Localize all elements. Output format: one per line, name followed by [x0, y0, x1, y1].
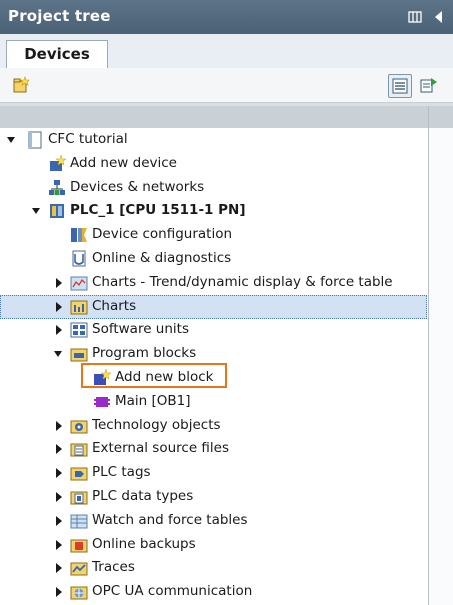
technology-icon [70, 417, 88, 435]
tree-item-software-units[interactable]: Software units [0, 318, 428, 342]
add-device-icon [48, 154, 67, 173]
tree-item-label: PLC tags [92, 464, 151, 481]
tree-item-label: Charts - Trend/dynamic display & force t… [92, 273, 393, 290]
tree-item-label: Charts [92, 297, 137, 314]
tree-item-technology-objects[interactable]: Technology objects [0, 414, 428, 438]
tree-item-label: PLC_1 [CPU 1511-1 PN] [70, 202, 246, 219]
tree-item-plc-1-cpu-1511-1-pn[interactable]: PLC_1 [CPU 1511-1 PN] [0, 199, 428, 223]
tree-item-main-ob1[interactable]: Main [OB1] [0, 390, 428, 414]
plc-tags-icon [70, 464, 88, 482]
tree-column-header [0, 106, 428, 128]
tree-item-label: Traces [92, 559, 135, 576]
tree-item-label: Add new device [70, 154, 177, 171]
title-bar: Project tree [0, 0, 453, 34]
tree-item-online-diagnostics[interactable]: Online & diagnostics [0, 247, 428, 271]
tree-item-watch-and-force-tables[interactable]: Watch and force tables [0, 509, 428, 533]
charts-folder-icon [70, 298, 88, 316]
tree-item-label: Online & diagnostics [92, 250, 232, 266]
ob-block-icon [93, 393, 111, 411]
tree-item-devices-networks[interactable]: Devices & networks [0, 176, 428, 200]
tree-item-online-backups[interactable]: Online backups [0, 533, 428, 557]
diagnostics-icon [70, 250, 88, 268]
details-view-icon [392, 78, 408, 94]
chevron-down-icon[interactable] [53, 348, 63, 360]
collapse-panel-icon[interactable] [433, 10, 443, 24]
project-icon [26, 131, 44, 149]
chevron-right-icon[interactable] [53, 562, 63, 574]
chevron-right-icon[interactable] [53, 515, 63, 527]
tree-item-plc-data-types[interactable]: PLC data types [0, 485, 428, 509]
tree-item-device-configuration[interactable]: Device configuration [0, 223, 428, 247]
tree-item-label: Device configuration [92, 226, 233, 243]
data-types-icon [70, 488, 88, 506]
chevron-right-icon[interactable] [53, 277, 63, 289]
chevron-down-icon[interactable] [6, 134, 16, 146]
tree-item-label: PLC data types [92, 488, 194, 504]
toolbar [0, 68, 453, 103]
tree-item-plc-tags[interactable]: PLC tags [0, 461, 428, 485]
chevron-right-icon[interactable] [53, 586, 63, 598]
traces-icon [70, 559, 88, 577]
overview-button[interactable] [388, 74, 412, 98]
plc-icon [48, 202, 66, 220]
program-blocks-icon [70, 345, 88, 363]
tree-item-label: External source files [92, 440, 230, 457]
device-config-icon [70, 226, 88, 244]
layout-toggle-icon[interactable] [408, 10, 422, 24]
tree-item-label: Main [OB1] [115, 392, 191, 409]
tree-item-label: OPC UA communication [92, 583, 253, 600]
backups-icon [70, 536, 88, 554]
chevron-right-icon[interactable] [53, 467, 63, 479]
chevron-right-icon[interactable] [53, 420, 63, 432]
tree-item-label: Online backups [92, 535, 196, 552]
tree-item-charts[interactable]: Charts [0, 294, 427, 319]
project-tree: CFC tutorial Add new device Devices & netw… [0, 128, 453, 605]
tree-right-column [428, 128, 453, 605]
tree-item-external-source-files[interactable]: External source files [0, 437, 428, 461]
tree-item-label: Watch and force tables [92, 511, 248, 528]
tree-item-label: CFC tutorial [48, 131, 128, 147]
tree-item-label: Devices & networks [70, 178, 205, 195]
tree-item-cfc-tutorial[interactable]: CFC tutorial [0, 128, 428, 152]
tab-strip: Devices [0, 34, 453, 69]
network-icon [48, 179, 66, 197]
panel-title: Project tree [8, 7, 111, 25]
tree-item-label: Technology objects [92, 416, 221, 433]
chevron-down-icon[interactable] [31, 205, 41, 217]
new-group-icon [13, 76, 30, 93]
chart-folder-icon [70, 274, 88, 292]
tree-item-traces[interactable]: Traces [0, 556, 428, 580]
chevron-right-icon[interactable] [53, 539, 63, 551]
chevron-right-icon[interactable] [53, 491, 63, 503]
tab-devices[interactable]: Devices [6, 40, 108, 69]
tree-item-charts-trend-dynamic-display-force-table[interactable]: Charts - Trend/dynamic display & force t… [0, 271, 428, 295]
software-units-icon [70, 321, 88, 339]
watch-tables-icon [70, 512, 88, 530]
tree-column-header-right [428, 106, 453, 128]
source-files-icon [70, 440, 88, 458]
chevron-right-icon[interactable] [53, 301, 63, 313]
chevron-right-icon[interactable] [53, 443, 63, 455]
highlight-box [81, 363, 227, 388]
save-window-settings-button[interactable] [418, 74, 440, 96]
window-settings-icon [420, 78, 437, 93]
chevron-right-icon[interactable] [53, 324, 63, 336]
new-group-button[interactable] [10, 74, 32, 96]
tree-item-add-new-device[interactable]: Add new device [0, 152, 428, 176]
opc-ua-icon [70, 583, 88, 601]
tree-item-opc-ua-communication[interactable]: OPC UA communication [0, 580, 428, 604]
tree-item-label: Program blocks [92, 345, 197, 362]
tree-item-label: Software units [92, 321, 189, 338]
